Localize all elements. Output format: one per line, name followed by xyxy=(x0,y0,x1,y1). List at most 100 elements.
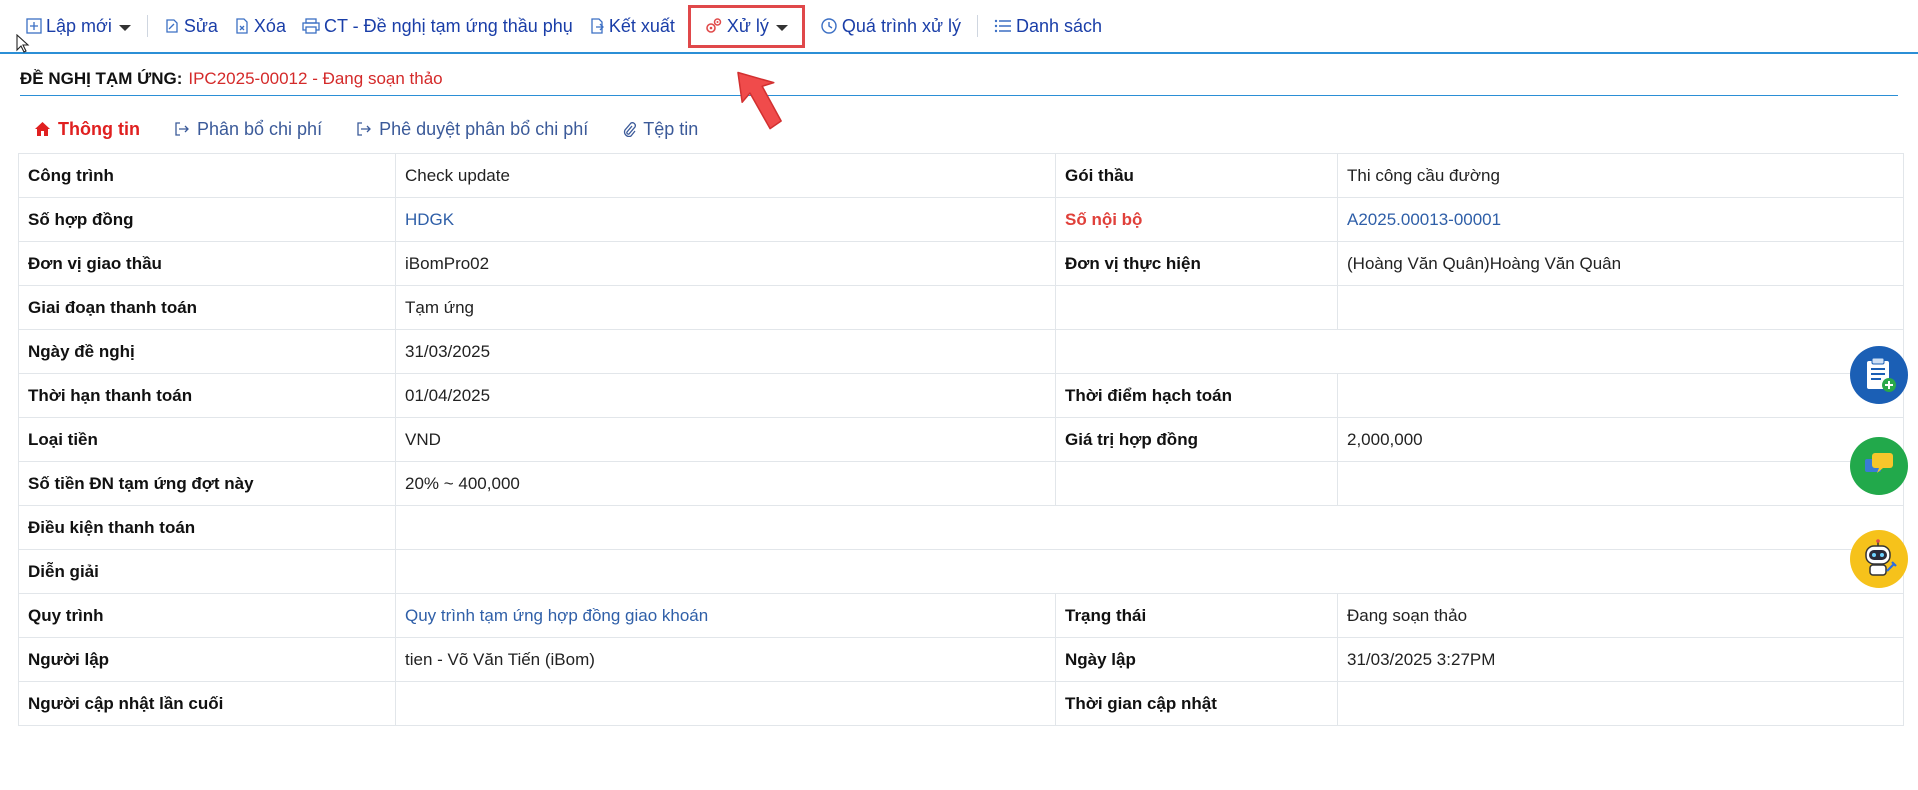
field-label: Đơn vị giao thầu xyxy=(18,241,396,286)
empty-cell xyxy=(1337,285,1904,330)
workflow-link[interactable]: Quy trình tạm ứng hợp đồng giao khoán xyxy=(395,593,1056,638)
tab-files[interactable]: Tệp tin xyxy=(622,119,698,140)
edit-label: Sửa xyxy=(183,15,218,36)
tab-approve-allocation[interactable]: Phê duyệt phân bổ chi phí xyxy=(356,119,588,140)
field-label: Diễn giải xyxy=(18,549,396,594)
paperclip-icon xyxy=(624,122,637,137)
plus-square-icon xyxy=(26,18,42,34)
field-value: Check update xyxy=(395,153,1056,198)
field-label: Gói thầu xyxy=(1055,153,1338,198)
table-row: Đơn vị giao thầu iBomPro02 Đơn vị thực h… xyxy=(18,241,1904,286)
field-value: (Hoàng Văn Quân)Hoàng Văn Quân xyxy=(1337,241,1904,286)
field-value: Đang soạn thảo xyxy=(1337,593,1904,638)
robot-support-button[interactable] xyxy=(1850,530,1908,588)
new-button[interactable]: Lập mới xyxy=(26,16,131,37)
delete-button[interactable]: Xóa xyxy=(234,16,286,37)
field-label: Quy trình xyxy=(18,593,396,638)
field-label: Điều kiện thanh toán xyxy=(18,505,396,550)
field-label: Người lập xyxy=(18,637,396,682)
tab-cost-allocation[interactable]: Phân bổ chi phí xyxy=(174,119,322,140)
chat-button[interactable] xyxy=(1850,437,1908,495)
table-row: Người cập nhật lần cuối Thời gian cập nh… xyxy=(18,681,1904,726)
table-row: Loại tiền VND Giá trị hợp đồng 2,000,000 xyxy=(18,417,1904,462)
separator xyxy=(977,15,979,37)
empty-cell xyxy=(395,549,1904,594)
table-row: Số hợp đồng HDGK Số nội bộ A2025.00013-0… xyxy=(18,197,1904,242)
print-label: CT - Đề nghị tạm ứng thầu phụ xyxy=(323,15,573,36)
field-label: Ngày đề nghị xyxy=(18,329,396,374)
history-label: Quá trình xử lý xyxy=(841,15,962,36)
field-value: 31/03/2025 xyxy=(395,329,1056,374)
field-label: Số hợp đồng xyxy=(18,197,396,242)
tab-bar: Thông tin Phân bổ chi phí Phê duyệt phân… xyxy=(34,116,698,142)
tab-files-label: Tệp tin xyxy=(643,118,699,139)
export-button[interactable]: Kết xuất xyxy=(589,16,675,37)
tab-approve-allocation-label: Phê duyệt phân bổ chi phí xyxy=(379,118,589,139)
field-label: Số tiền ĐN tạm ứng đợt này xyxy=(18,461,396,506)
robot-support-icon xyxy=(1865,539,1897,576)
field-label: Thời gian cập nhật xyxy=(1055,681,1338,726)
field-label: Giai đoạn thanh toán xyxy=(18,285,396,330)
history-button[interactable]: Quá trình xử lý xyxy=(820,16,961,37)
field-value: 01/04/2025 xyxy=(395,373,1056,418)
field-value: tien - Võ Văn Tiến (iBom) xyxy=(395,637,1056,682)
table-row: Số tiền ĐN tạm ứng đợt này 20% ~ 400,000 xyxy=(18,461,1904,506)
clipboard-add-button[interactable] xyxy=(1850,346,1908,404)
share-icon xyxy=(175,122,189,136)
delete-label: Xóa xyxy=(253,15,286,36)
table-row: Quy trình Quy trình tạm ứng hợp đồng gia… xyxy=(18,593,1904,638)
field-label: Ngày lập xyxy=(1055,637,1338,682)
empty-cell xyxy=(1055,329,1904,374)
print-button[interactable]: CT - Đề nghị tạm ứng thầu phụ xyxy=(302,16,573,37)
empty-cell xyxy=(395,681,1056,726)
tab-info[interactable]: Thông tin xyxy=(34,119,140,140)
mouse-cursor-icon xyxy=(16,34,30,53)
chat-icon xyxy=(1865,453,1893,473)
table-row: Công trình Check update Gói thầu Thi côn… xyxy=(18,153,1904,198)
page-title: ĐỀ NGHỊ TẠM ỨNG: IPC2025-00012 - Đang so… xyxy=(20,62,1898,96)
empty-cell xyxy=(1055,461,1338,506)
edit-button[interactable]: Sửa xyxy=(164,16,218,37)
home-icon xyxy=(35,122,50,136)
empty-cell xyxy=(1337,373,1904,418)
empty-cell xyxy=(395,505,1904,550)
list-button[interactable]: Danh sách xyxy=(994,16,1102,37)
annotation-arrow-icon xyxy=(737,71,782,130)
field-value: 31/03/2025 3:27PM xyxy=(1337,637,1904,682)
list-label: Danh sách xyxy=(1016,15,1103,36)
table-row: Người lập tien - Võ Văn Tiến (iBom) Ngày… xyxy=(18,637,1904,682)
export-icon xyxy=(591,18,604,34)
internal-number-link[interactable]: A2025.00013-00001 xyxy=(1337,197,1904,242)
table-row: Thời hạn thanh toán 01/04/2025 Thời điểm… xyxy=(18,373,1904,418)
export-label: Kết xuất xyxy=(608,15,675,36)
table-row: Ngày đề nghị 31/03/2025 xyxy=(18,329,1904,374)
field-value: Tạm ứng xyxy=(395,285,1056,330)
table-row: Giai đoạn thanh toán Tạm ứng xyxy=(18,285,1904,330)
empty-cell xyxy=(1337,681,1904,726)
field-label: Công trình xyxy=(18,153,396,198)
field-value: Thi công cầu đường xyxy=(1337,153,1904,198)
title-label: ĐỀ NGHỊ TẠM ỨNG: xyxy=(20,68,183,88)
field-label: Thời hạn thanh toán xyxy=(18,373,396,418)
field-label: Số nội bộ xyxy=(1055,197,1338,242)
process-label: Xử lý xyxy=(726,15,769,36)
tab-cost-allocation-label: Phân bổ chi phí xyxy=(196,118,323,139)
delete-file-icon xyxy=(236,18,248,34)
title-value: IPC2025-00012 - Đang soạn thảo xyxy=(188,68,443,88)
contract-number-link[interactable]: HDGK xyxy=(395,197,1056,242)
process-button[interactable]: Xử lý xyxy=(687,4,805,48)
field-value: 20% ~ 400,000 xyxy=(395,461,1056,506)
chevron-down-icon xyxy=(118,24,131,31)
tab-info-label: Thông tin xyxy=(58,118,140,139)
field-value: iBomPro02 xyxy=(395,241,1056,286)
edit-icon xyxy=(166,19,178,33)
field-label: Thời điểm hạch toán xyxy=(1055,373,1338,418)
toolbar: Lập mới Sửa Xóa CT - Đề nghị tạm ứng thầ… xyxy=(0,0,1918,54)
gears-icon xyxy=(706,18,722,33)
field-label: Giá trị hợp đồng xyxy=(1055,417,1338,462)
printer-icon xyxy=(302,18,320,34)
share-icon xyxy=(357,122,371,136)
chevron-down-icon xyxy=(775,24,788,31)
field-value: VND xyxy=(395,417,1056,462)
field-label: Đơn vị thực hiện xyxy=(1055,241,1338,286)
